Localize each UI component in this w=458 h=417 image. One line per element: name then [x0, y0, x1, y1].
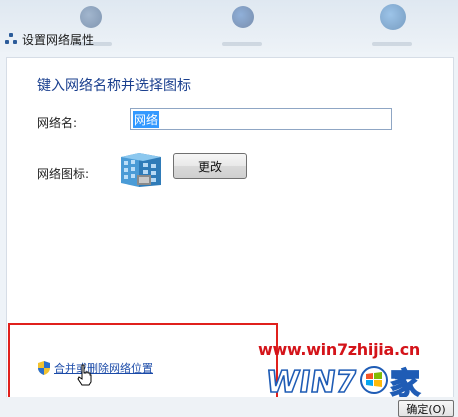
network-name-value: 网络	[133, 110, 160, 128]
background-network-icon	[232, 6, 254, 28]
window-title: 设置网络属性	[22, 32, 95, 47]
change-icon-button[interactable]: 更改	[173, 153, 247, 179]
ok-button[interactable]: 确定(O)	[398, 400, 454, 417]
network-name-input[interactable]: 网络	[130, 108, 392, 130]
background-internet-icon	[380, 4, 406, 30]
watermark-logo: WIN7 家	[263, 364, 421, 400]
dialog-footer	[0, 397, 458, 417]
hand-cursor-icon	[77, 364, 92, 386]
dialog-heading: 键入网络名称并选择图标	[37, 78, 191, 94]
window-titlebar: 设置网络属性	[0, 28, 458, 50]
logo-suffix: 家	[390, 367, 420, 400]
background-network-icon	[80, 6, 102, 28]
merge-delete-network-label: 合并或删除网络位置	[54, 362, 153, 375]
network-icon-label: 网络图标:	[37, 167, 90, 181]
merge-delete-network-link[interactable]: 合并或删除网络位置	[38, 360, 153, 376]
shield-icon	[38, 361, 50, 375]
logo-text: WIN7	[264, 365, 359, 400]
network-building-icon	[121, 153, 161, 187]
network-tree-icon	[5, 33, 17, 45]
network-name-label: 网络名:	[37, 116, 78, 130]
